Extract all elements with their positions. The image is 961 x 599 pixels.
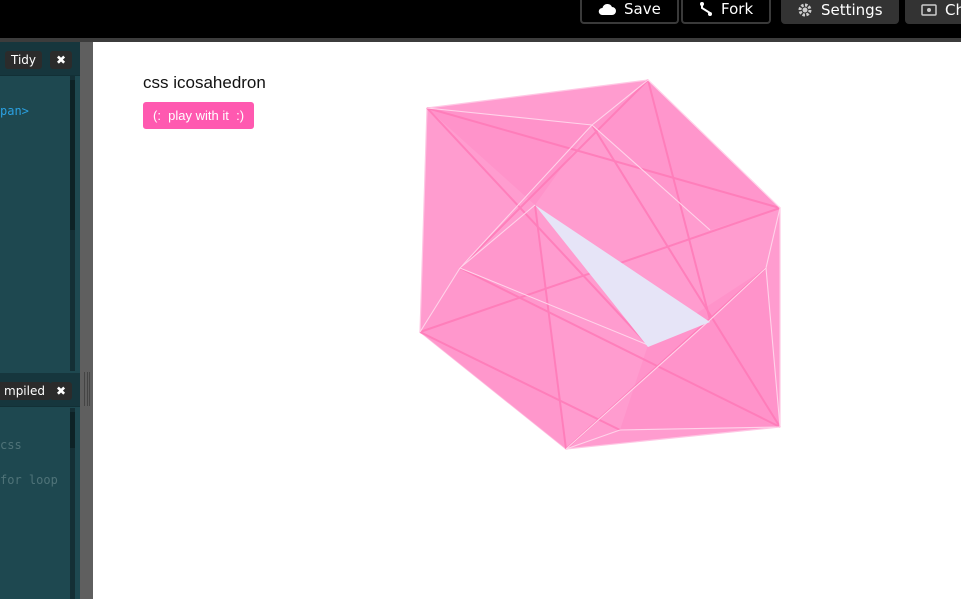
editor-scrollbar[interactable]	[70, 412, 75, 448]
html-editor-header: Tidy ✖	[0, 42, 80, 76]
css-editor-header: mpiled ✖	[0, 373, 80, 407]
save-button[interactable]: Save	[580, 0, 679, 24]
close-icon[interactable]: ✖	[50, 51, 72, 69]
editor-scrollbar[interactable]	[70, 80, 75, 230]
settings-button[interactable]: Settings	[781, 0, 899, 24]
editor-column: Tidy ✖ pan> mpiled ✖ css for loop	[0, 42, 80, 599]
cloud-icon	[598, 3, 616, 15]
tidy-button[interactable]: Tidy	[5, 51, 43, 69]
top-toolbar: Save Fork Settings Ch	[0, 0, 961, 38]
resize-grip-icon[interactable]	[84, 372, 90, 406]
code-comment-line[interactable]: css	[0, 438, 22, 452]
fork-icon	[699, 2, 713, 16]
change-view-button[interactable]: Ch	[905, 0, 961, 24]
result-preview: css icosahedron (: play with it :)	[93, 42, 961, 599]
code-comment-line[interactable]: for loop	[0, 473, 58, 487]
code-line[interactable]: pan>	[0, 104, 29, 118]
view-icon	[921, 3, 937, 17]
view-compiled-button[interactable]: mpiled	[0, 382, 51, 400]
icosahedron-shape	[419, 79, 781, 450]
close-icon[interactable]: ✖	[50, 382, 72, 400]
gear-icon	[797, 2, 813, 18]
panel-resize-gutter[interactable]	[80, 42, 93, 599]
fork-button[interactable]: Fork	[681, 0, 772, 24]
